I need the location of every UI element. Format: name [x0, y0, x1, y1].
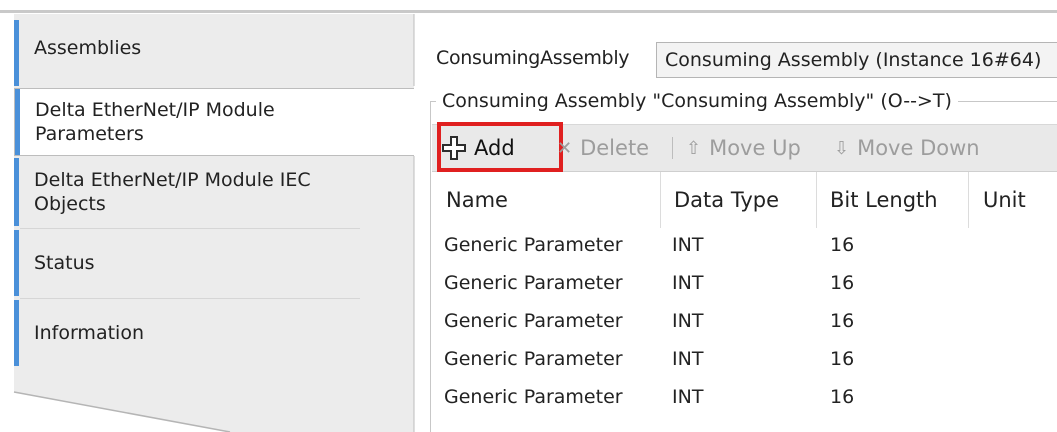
consuming-assembly-select[interactable]: Consuming Assembly (Instance 16#64): [656, 42, 1057, 78]
cell-name: Generic Parameter: [444, 386, 623, 408]
arrow-up-icon: ⇧: [686, 137, 702, 159]
table-row[interactable]: Generic Parameter INT 16: [432, 264, 1057, 302]
cell-data-type: INT: [672, 386, 704, 408]
table-row[interactable]: Generic Parameter INT 16: [432, 378, 1057, 416]
sidebar-item-label: Delta EtherNet/IP Module IEC Objects: [34, 169, 311, 215]
move-down-button-label: Move Down: [857, 136, 980, 160]
cell-bit-length: 16: [830, 386, 855, 408]
sidebar: Assemblies Delta EtherNet/IP Module Para…: [0, 0, 430, 432]
sidebar-item-label: Status: [34, 252, 95, 274]
cell-bit-length: 16: [830, 310, 855, 332]
sidebar-item-indicator: [15, 89, 20, 155]
sidebar-item-label: Information: [34, 322, 144, 344]
cell-name: Generic Parameter: [444, 348, 623, 370]
sidebar-separator: [20, 228, 360, 229]
cell-name: Generic Parameter: [444, 310, 623, 332]
move-up-button[interactable]: ⇧ Move Up: [686, 125, 801, 171]
table-row[interactable]: Generic Parameter INT 16: [432, 226, 1057, 264]
sidebar-item-status[interactable]: Status: [14, 230, 412, 296]
table-row[interactable]: Generic Parameter INT 16: [432, 302, 1057, 340]
column-header-name[interactable]: Name: [446, 172, 508, 228]
move-down-button[interactable]: ⇩ Move Down: [834, 125, 980, 171]
cell-bit-length: 16: [830, 272, 855, 294]
toolbar-divider: [672, 137, 673, 159]
cell-name: Generic Parameter: [444, 234, 623, 256]
arrow-down-icon: ⇩: [834, 137, 850, 159]
sidebar-item-module-parameters[interactable]: Delta EtherNet/IP Module Parameters: [14, 88, 414, 156]
sidebar-item-information[interactable]: Information: [14, 300, 412, 366]
sidebar-item-indicator: [14, 158, 19, 226]
cell-data-type: INT: [672, 234, 704, 256]
main-panel: ConsumingAssembly Consuming Assembly (In…: [418, 0, 1057, 432]
close-icon: ✕: [557, 137, 573, 159]
column-divider: [968, 172, 969, 228]
sidebar-item-label: Assemblies: [34, 37, 142, 59]
cell-bit-length: 16: [830, 348, 855, 370]
sidebar-item-indicator: [14, 300, 19, 366]
sidebar-item-indicator: [14, 230, 19, 296]
cell-data-type: INT: [672, 348, 704, 370]
add-button[interactable]: Add: [437, 122, 563, 172]
cell-data-type: INT: [672, 310, 704, 332]
sidebar-item-indicator: [14, 20, 19, 86]
column-header-unit[interactable]: Unit: [983, 172, 1026, 228]
group-title: Consuming Assembly "Consuming Assembly" …: [436, 90, 958, 112]
sidebar-separator: [20, 298, 360, 299]
cell-data-type: INT: [672, 272, 704, 294]
group-border-left: [430, 101, 431, 432]
plus-icon: [442, 136, 466, 160]
table-header: Name Data Type Bit Length Unit: [432, 172, 1057, 228]
column-header-data-type[interactable]: Data Type: [674, 172, 779, 228]
column-divider: [660, 172, 661, 228]
cell-bit-length: 16: [830, 234, 855, 256]
table-row[interactable]: Generic Parameter INT 16: [432, 340, 1057, 378]
toolbar: Add ✕ Delete ⇧ Move Up ⇩ Move Down: [432, 122, 1057, 172]
cell-name: Generic Parameter: [444, 272, 623, 294]
consuming-assembly-label: ConsumingAssembly: [436, 47, 630, 69]
sidebar-item-label: Delta EtherNet/IP Module Parameters: [35, 99, 275, 145]
sidebar-item-iec-objects[interactable]: Delta EtherNet/IP Module IEC Objects: [14, 158, 412, 226]
delete-button-label: Delete: [580, 136, 650, 160]
column-header-bit-length[interactable]: Bit Length: [830, 172, 938, 228]
column-divider: [816, 172, 817, 228]
move-up-button-label: Move Up: [709, 136, 801, 160]
delete-button[interactable]: ✕ Delete: [557, 125, 649, 171]
sidebar-item-assemblies[interactable]: Assemblies: [14, 20, 412, 86]
